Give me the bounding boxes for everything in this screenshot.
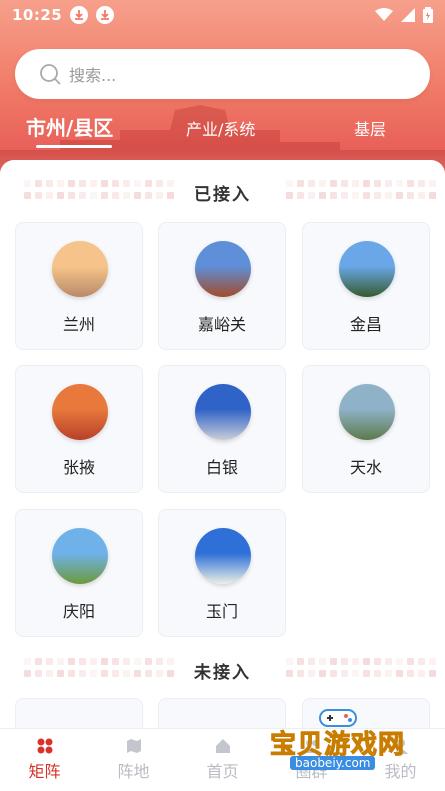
- nav-item-home[interactable]: 首页: [178, 729, 267, 791]
- city-name: 兰州: [62, 315, 95, 334]
- nav-label: 矩阵: [28, 762, 61, 781]
- city-card[interactable]: 嘉峪关: [158, 222, 286, 350]
- city-name: 庆阳: [62, 602, 95, 621]
- city-card[interactable]: 庆阳: [15, 509, 143, 637]
- status-time: 10:25: [12, 6, 63, 24]
- download-icon: [70, 6, 89, 24]
- tab-grassroots[interactable]: 基层: [354, 116, 386, 140]
- section-title-unconnected: 未接入: [194, 663, 251, 683]
- tab-city-county[interactable]: 市州/县区: [26, 112, 113, 141]
- tab-industry-system[interactable]: 产业/系统: [186, 116, 255, 140]
- nav-item-matrix[interactable]: 矩阵: [0, 729, 89, 791]
- city-thumbnail: [52, 241, 108, 297]
- battery-icon: [423, 7, 433, 23]
- city-card[interactable]: 天水: [302, 365, 430, 493]
- city-thumbnail: [52, 384, 108, 440]
- city-thumbnail: [52, 528, 108, 584]
- city-thumbnail: [339, 384, 395, 440]
- city-name: 天水: [349, 458, 382, 477]
- city-card[interactable]: 兰州: [15, 222, 143, 350]
- city-card[interactable]: 玉门: [158, 509, 286, 637]
- status-bar: 10:25: [0, 0, 445, 30]
- nav-label: 首页: [206, 762, 239, 781]
- signal-icon: [401, 8, 415, 22]
- city-name: 白银: [205, 458, 238, 477]
- content-panel: 已接入 兰州 嘉峪关 金昌张掖 白银 天水庆阳 玉门 未接入: [0, 160, 445, 740]
- download-icon: [96, 6, 115, 24]
- city-thumbnail: [195, 241, 251, 297]
- city-card[interactable]: 白银: [158, 365, 286, 493]
- nav-item-position[interactable]: 阵地: [89, 729, 178, 791]
- city-name: 金昌: [349, 315, 382, 334]
- city-card[interactable]: 金昌: [302, 222, 430, 350]
- nav-label: 阵地: [117, 762, 150, 781]
- city-thumbnail: [195, 384, 251, 440]
- city-name: 嘉峪关: [197, 315, 246, 334]
- section-title-connected: 已接入: [194, 185, 251, 205]
- watermark-url: baobeiy.com: [290, 756, 376, 770]
- search-bar[interactable]: 搜索...: [15, 49, 430, 99]
- city-card[interactable]: 张掖: [15, 365, 143, 493]
- active-tab-indicator: [36, 145, 112, 148]
- search-icon: [40, 64, 61, 85]
- city-name: 张掖: [62, 458, 95, 477]
- city-thumbnail: [339, 241, 395, 297]
- grid-dots-icon: [37, 738, 52, 754]
- map-icon: [126, 739, 141, 753]
- city-thumbnail: [195, 528, 251, 584]
- city-name: 玉门: [205, 602, 238, 621]
- watermark-logo: 宝贝游戏网 baobeiy.com: [268, 708, 418, 774]
- home-icon: [215, 739, 230, 753]
- search-input[interactable]: 搜索...: [69, 62, 116, 86]
- wifi-icon: [375, 8, 393, 21]
